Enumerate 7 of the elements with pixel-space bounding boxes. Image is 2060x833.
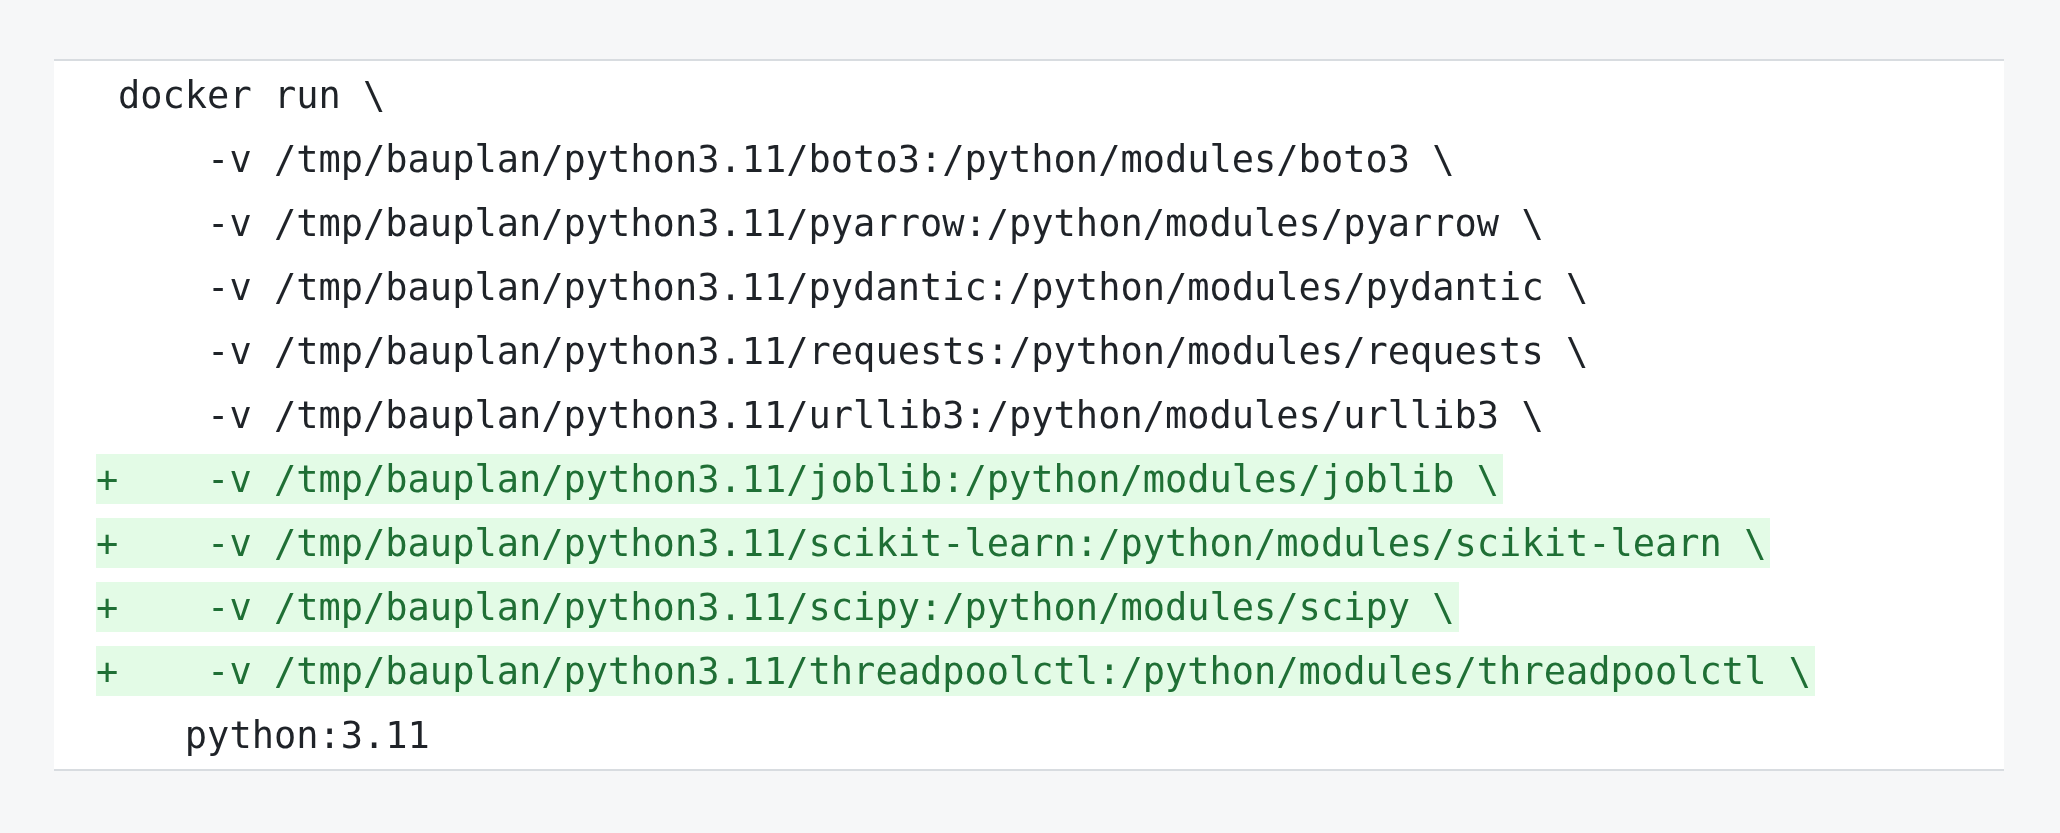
code-line: -v /tmp/bauplan/python3.11/urllib3:/python/modules/urllib3 \ <box>206 392 1545 439</box>
code-line: -v /tmp/bauplan/python3.11/requests:/python/modules/requests \ <box>206 328 1590 375</box>
code-line: python:3.11 <box>183 712 431 759</box>
code-line: -v /tmp/bauplan/python3.11/pyarrow:/python/modules/pyarrow \ <box>206 200 1545 247</box>
code-line: docker run \ <box>117 72 387 119</box>
code-line: -v /tmp/bauplan/python3.11/pydantic:/python/modules/pydantic \ <box>206 264 1590 311</box>
code-line: -v /tmp/bauplan/python3.11/boto3:/python/modules/boto3 \ <box>206 136 1456 183</box>
